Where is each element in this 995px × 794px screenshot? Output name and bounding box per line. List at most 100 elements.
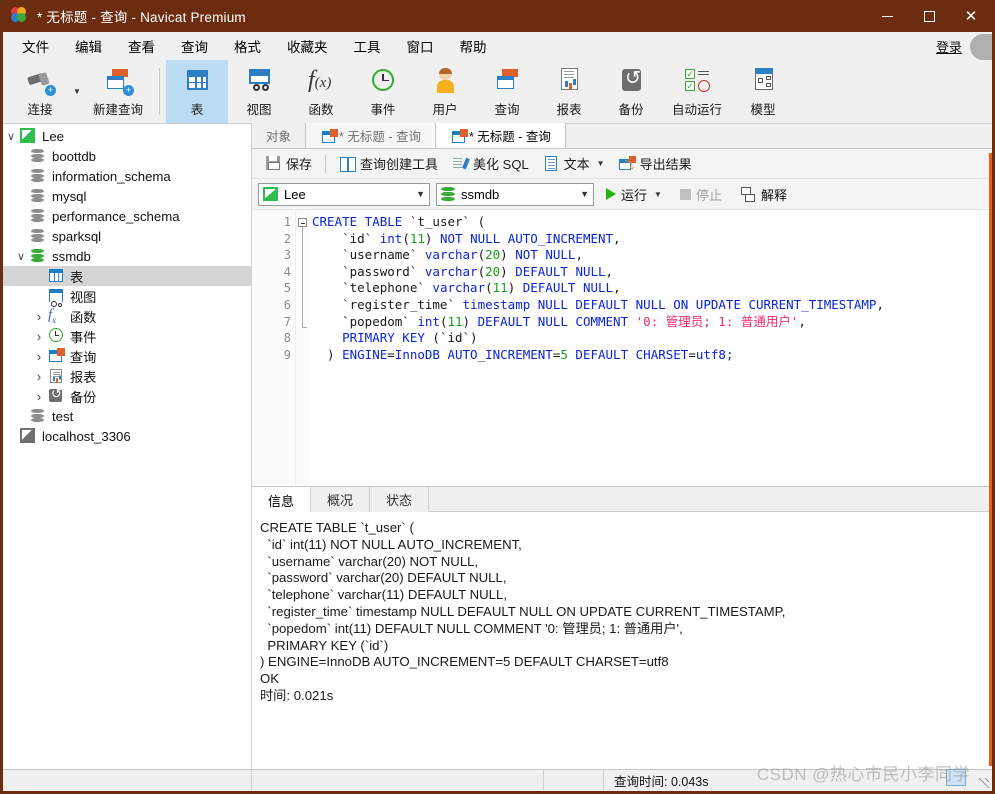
maximize-button[interactable] bbox=[908, 0, 950, 32]
results-tab-strip: 信息 概况 状态 bbox=[252, 487, 992, 512]
explain-button[interactable]: 解释 bbox=[734, 182, 793, 207]
export-result-button[interactable]: ⤵ 导出结果 bbox=[612, 151, 699, 176]
sql-token: utf8; bbox=[695, 346, 734, 362]
sql-token: ( bbox=[477, 263, 486, 279]
tree-label: performance_schema bbox=[52, 208, 180, 224]
toolbar-new-query-label: 新建查询 bbox=[92, 102, 143, 117]
chevron-down-icon[interactable] bbox=[3, 130, 19, 143]
toolbar-automation[interactable]: ✓ ✓ 自动运行 bbox=[662, 60, 732, 123]
sql-token: `popedom` bbox=[312, 313, 418, 329]
tree-item-boottdb[interactable]: boottdb bbox=[3, 146, 251, 166]
connection-dropdown-caret-icon[interactable]: ▼ bbox=[71, 87, 83, 96]
avatar[interactable] bbox=[968, 32, 992, 60]
tree-item-localhost-3306[interactable]: localhost_3306 bbox=[3, 426, 251, 446]
tree-item-views[interactable]: 视图 bbox=[3, 286, 251, 307]
chevron-right-icon[interactable] bbox=[31, 369, 47, 384]
connection-select[interactable]: Lee ▼ bbox=[258, 182, 430, 206]
chevron-right-icon[interactable] bbox=[31, 349, 47, 364]
results-message-line: CREATE TABLE `t_user` ( bbox=[260, 520, 414, 535]
chevron-down-icon[interactable]: ▼ bbox=[580, 189, 589, 199]
menu-format[interactable]: 格式 bbox=[221, 32, 274, 60]
tree-label: 报表 bbox=[70, 369, 97, 385]
toolbar-event[interactable]: 事件 bbox=[352, 60, 414, 123]
toolbar-report[interactable]: 报表 bbox=[538, 60, 600, 123]
toolbar-backup[interactable]: 备份 bbox=[600, 60, 662, 123]
tree-item-tables[interactable]: 表 bbox=[3, 266, 251, 286]
sql-token: PRIMARY KEY bbox=[312, 330, 433, 346]
toolbar-function-label: 函数 bbox=[308, 102, 334, 117]
database-value: ssmdb bbox=[461, 186, 500, 202]
save-button[interactable]: 保存 bbox=[258, 151, 319, 176]
menu-window[interactable]: 窗口 bbox=[394, 32, 447, 60]
chevron-right-icon[interactable] bbox=[31, 309, 47, 324]
toolbar-query[interactable]: 查询 bbox=[476, 60, 538, 123]
menu-query[interactable]: 查询 bbox=[168, 32, 221, 60]
toolbar-connection-label: 连接 bbox=[27, 102, 53, 117]
tree-item-performance-schema[interactable]: performance_schema bbox=[3, 206, 251, 226]
fold-toggle-icon[interactable] bbox=[298, 218, 307, 227]
tree-item-backups[interactable]: 备份 bbox=[3, 386, 251, 406]
results-tab-profile[interactable]: 概况 bbox=[311, 487, 371, 512]
tree-item-reports[interactable]: 报表 bbox=[3, 366, 251, 386]
database-select[interactable]: ssmdb ▼ bbox=[436, 182, 594, 206]
toolbar-table[interactable]: 表 bbox=[166, 60, 228, 123]
results-tab-message[interactable]: 信息 bbox=[252, 487, 312, 512]
chevron-right-icon[interactable] bbox=[31, 389, 47, 404]
run-button[interactable]: 运行 ▼ bbox=[600, 182, 668, 207]
close-button[interactable]: ✕ bbox=[950, 0, 992, 32]
tree-item-events[interactable]: 事件 bbox=[3, 326, 251, 346]
tree-item-queries[interactable]: 查询 bbox=[3, 346, 251, 366]
sql-editor[interactable]: 1 2 3 4 5 6 7 8 9 CREATE TABLE `t_user` … bbox=[252, 209, 992, 486]
tab-query-2[interactable]: * 无标题 - 查询 bbox=[435, 123, 566, 148]
chevron-down-icon[interactable]: ▼ bbox=[597, 159, 605, 168]
sql-code-area[interactable]: CREATE TABLE `t_user` ( `id` int(11) NOT… bbox=[310, 210, 992, 486]
sql-token: (`id`) bbox=[432, 330, 478, 346]
beautify-sql-button[interactable]: 美化 SQL bbox=[445, 151, 536, 176]
tree-item-sparksql[interactable]: sparksql bbox=[3, 226, 251, 246]
query-time-status: 查询时间: 0.043s bbox=[614, 775, 709, 789]
toolbar-model[interactable]: 模型 bbox=[732, 60, 794, 123]
tree-item-mysql[interactable]: mysql bbox=[3, 186, 251, 206]
menu-view[interactable]: 查看 bbox=[115, 32, 168, 60]
toolbar-function[interactable]: f(x) 函数 bbox=[290, 60, 352, 123]
function-icon: f(x) bbox=[308, 66, 332, 93]
object-tree-sidebar[interactable]: Lee boottdb information_schema mysql per… bbox=[3, 124, 252, 769]
tab-objects[interactable]: 对象 bbox=[252, 123, 307, 148]
explain-icon bbox=[740, 186, 756, 202]
menu-tools[interactable]: 工具 bbox=[341, 32, 394, 60]
sql-token: `t_user` bbox=[409, 214, 471, 229]
text-label: 文本 bbox=[563, 157, 590, 172]
status-bar-left-cell bbox=[3, 770, 252, 791]
query-builder-button[interactable]: 查询创建工具 bbox=[332, 151, 445, 176]
chevron-down-icon[interactable]: ▼ bbox=[416, 189, 425, 199]
toolbar-new-query[interactable]: + 新建查询 bbox=[83, 60, 153, 123]
chevron-down-icon[interactable] bbox=[13, 250, 29, 263]
code-folding-column[interactable] bbox=[296, 210, 310, 486]
line-number: 5 bbox=[283, 281, 291, 296]
tree-item-ssmdb[interactable]: ssmdb bbox=[3, 246, 251, 266]
report-icon bbox=[553, 66, 585, 96]
toolbar-connection[interactable]: + 连接 bbox=[9, 60, 71, 123]
menu-file[interactable]: 文件 bbox=[9, 32, 62, 60]
vertical-scrollbar[interactable] bbox=[989, 153, 992, 766]
results-message-line: `popedom` int(11) DEFAULT NULL COMMENT '… bbox=[260, 620, 683, 636]
login-link[interactable]: 登录 bbox=[936, 37, 962, 56]
menu-favorites[interactable]: 收藏夹 bbox=[274, 32, 341, 60]
tree-item-information-schema[interactable]: information_schema bbox=[3, 166, 251, 186]
minimize-button[interactable] bbox=[866, 0, 908, 32]
tree-item-lee[interactable]: Lee bbox=[3, 126, 251, 146]
tree-item-test[interactable]: test bbox=[3, 406, 251, 426]
toolbar-user[interactable]: 用户 bbox=[414, 60, 476, 123]
toolbar-view[interactable]: 视图 bbox=[228, 60, 290, 123]
sql-token: CREATE TABLE bbox=[312, 214, 410, 229]
chevron-right-icon[interactable] bbox=[31, 329, 47, 344]
tree-item-functions[interactable]: fx 函数 bbox=[3, 306, 251, 326]
menu-edit[interactable]: 编辑 bbox=[62, 32, 115, 60]
chevron-down-icon[interactable]: ▼ bbox=[654, 190, 662, 199]
tab-query-1[interactable]: * 无标题 - 查询 bbox=[306, 123, 436, 148]
resize-grip-icon[interactable] bbox=[976, 770, 992, 791]
toolbar-automation-label: 自动运行 bbox=[671, 102, 722, 117]
text-button[interactable]: 文本 ▼ bbox=[536, 151, 612, 176]
results-tab-status[interactable]: 状态 bbox=[370, 487, 430, 512]
menu-help[interactable]: 帮助 bbox=[447, 32, 500, 60]
